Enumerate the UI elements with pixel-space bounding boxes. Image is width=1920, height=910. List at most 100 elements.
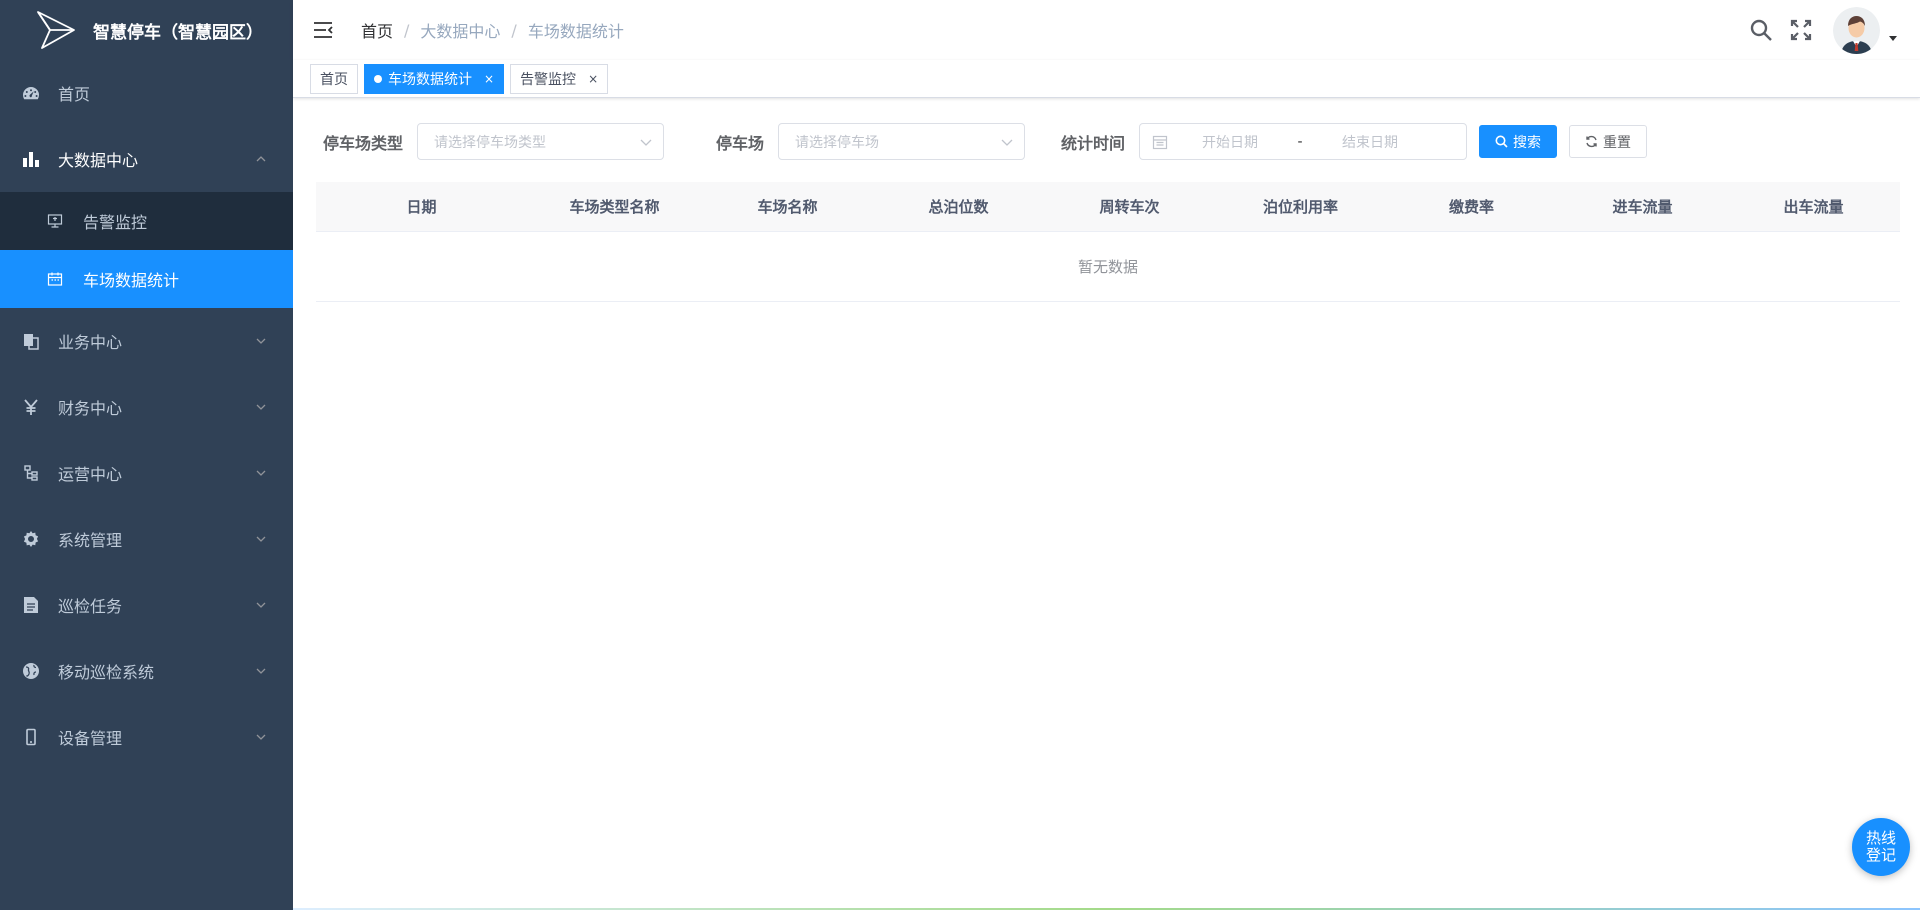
sidebar-item-label: 财务中心: [58, 399, 123, 418]
logo-icon: [37, 11, 75, 49]
right-menu: [1749, 0, 1920, 60]
tag-label: 车场数据统计: [388, 71, 472, 88]
column-header: 泊位利用率: [1262, 198, 1338, 216]
table-empty-text: 暂无数据: [316, 232, 1900, 302]
logo[interactable]: 智慧停车（智慧园区）: [0, 0, 293, 60]
search-icon: [1495, 135, 1508, 148]
copy-icon: [22, 332, 40, 350]
navbar: 首页 / 大数据中心 / 车场数据统计: [293, 0, 1920, 60]
stat-time-label: 统计时间: [1061, 133, 1126, 153]
calendar-icon: [47, 271, 63, 287]
yen-icon: [22, 398, 40, 416]
chevron-down-icon: [1001, 139, 1013, 146]
select-placeholder: 请选择停车场: [795, 134, 880, 151]
reset-button-label: 重置: [1603, 134, 1632, 151]
sidebar-item-label: 移动巡检系统: [58, 663, 155, 682]
sidebar-item-label: 巡检任务: [58, 597, 123, 616]
parking-type-label: 停车场类型: [323, 133, 404, 153]
tag-label: 告警监控: [520, 71, 577, 88]
column-header: 车场名称: [757, 198, 818, 216]
close-icon[interactable]: ×: [588, 72, 598, 86]
bar-chart-icon: [22, 150, 40, 168]
end-date-input[interactable]: 结束日期: [1320, 132, 1420, 152]
hamburger-icon[interactable]: [313, 20, 333, 40]
globe-icon: [22, 662, 40, 680]
column-header: 周转车次: [1099, 198, 1160, 216]
breadcrumb-bigdata: 大数据中心: [420, 22, 501, 41]
column-header: 出车流量: [1783, 198, 1844, 216]
hotline-label-line1: 热线: [1865, 829, 1896, 847]
fullscreen-icon[interactable]: [1789, 18, 1813, 42]
sidebar-item-label: 首页: [58, 85, 91, 104]
tag-home[interactable]: 首页: [310, 63, 358, 94]
avatar[interactable]: [1833, 6, 1880, 54]
tags-view: 首页 车场数据统计 × 告警监控 ×: [293, 60, 1920, 98]
column-header: 进车流量: [1612, 198, 1673, 216]
table-header: 日期 车场类型名称 车场名称 总泊位数 周转车次 泊位利用率 缴费率 进车流量 …: [316, 182, 1900, 232]
parking-stats-table: 日期 车场类型名称 车场名称 总泊位数 周转车次 泊位利用率 缴费率 进车流量 …: [316, 182, 1900, 302]
tag-alarm-monitor[interactable]: 告警监控 ×: [510, 63, 609, 94]
search-icon[interactable]: [1749, 18, 1773, 42]
chevron-up-icon: [256, 156, 266, 162]
chevron-down-icon: [256, 338, 266, 344]
parking-type-select[interactable]: 请选择停车场类型: [417, 123, 665, 160]
filter-form: 停车场类型 请选择停车场类型 停车场 请选择停车场 统计时间 开始日期 - 结束…: [323, 123, 1648, 160]
column-header: 车场类型名称: [569, 198, 660, 216]
start-date-input[interactable]: 开始日期: [1180, 132, 1280, 152]
chevron-down-icon: [256, 470, 266, 476]
sidebar-item-alarm-monitor[interactable]: 告警监控: [0, 192, 293, 250]
sidebar-item-label: 设备管理: [58, 729, 123, 748]
hotline-label-line2: 登记: [1865, 846, 1896, 864]
sidebar-item-label: 业务中心: [58, 333, 123, 352]
sidebar-item-label: 运营中心: [58, 465, 123, 484]
monitor-icon: [47, 213, 63, 229]
select-placeholder: 请选择停车场类型: [434, 134, 547, 151]
breadcrumb-home[interactable]: 首页: [361, 18, 393, 42]
reset-button[interactable]: 重置: [1569, 125, 1648, 158]
sidebar-item-inspection[interactable]: 巡检任务: [0, 572, 293, 638]
sidebar-item-label: 告警监控: [83, 213, 148, 232]
close-icon[interactable]: ×: [484, 72, 494, 86]
sidebar-item-finance[interactable]: 财务中心: [0, 374, 293, 440]
range-separator: -: [1297, 133, 1303, 150]
document-icon: [22, 596, 40, 614]
tag-label: 首页: [320, 71, 348, 88]
gear-icon: [22, 530, 40, 548]
parking-lot-label: 停车场: [716, 133, 765, 153]
breadcrumb-separator: /: [404, 20, 410, 40]
app-title: 智慧停车（智慧园区）: [93, 22, 263, 43]
column-header: 总泊位数: [928, 198, 989, 216]
chevron-down-icon: [256, 404, 266, 410]
sidebar-item-devices[interactable]: 设备管理: [0, 704, 293, 770]
sidebar-item-bigdata[interactable]: 大数据中心: [0, 126, 293, 192]
sidebar-item-home[interactable]: 首页: [0, 60, 293, 126]
sidebar-item-operations[interactable]: 运营中心: [0, 440, 293, 506]
chevron-down-icon: [256, 602, 266, 608]
active-dot-icon: [374, 74, 382, 83]
sidebar-item-business[interactable]: 业务中心: [0, 308, 293, 374]
breadcrumb-current: 车场数据统计: [527, 22, 624, 41]
submenu-bigdata: 告警监控 车场数据统计: [0, 192, 293, 308]
chevron-down-icon: [256, 536, 266, 542]
sidebar-item-parking-stats[interactable]: 车场数据统计: [0, 250, 293, 308]
phone-icon: [22, 728, 40, 746]
search-button[interactable]: 搜索: [1479, 125, 1558, 158]
chevron-down-icon: [256, 734, 266, 740]
sidebar-item-system[interactable]: 系统管理: [0, 506, 293, 572]
sidebar-item-label: 车场数据统计: [83, 271, 180, 290]
calendar-icon: [1152, 135, 1168, 149]
parking-lot-select[interactable]: 请选择停车场: [778, 123, 1026, 160]
chevron-down-icon: [256, 668, 266, 674]
refresh-icon: [1586, 135, 1597, 148]
column-header: 缴费率: [1448, 198, 1494, 216]
sidebar-item-label: 系统管理: [58, 531, 123, 550]
sidebar-item-mobile-inspection[interactable]: 移动巡检系统: [0, 638, 293, 704]
breadcrumb: 首页 / 大数据中心 / 车场数据统计: [361, 18, 624, 42]
chevron-down-icon: [640, 139, 652, 146]
hotline-register-button[interactable]: 热线 登记: [1852, 818, 1910, 876]
caret-down-icon[interactable]: [1888, 33, 1898, 43]
date-range-picker[interactable]: 开始日期 - 结束日期: [1139, 123, 1468, 160]
breadcrumb-separator: /: [511, 20, 517, 40]
user-avatar-icon: [1833, 6, 1880, 54]
tag-parking-stats[interactable]: 车场数据统计 ×: [364, 63, 505, 94]
